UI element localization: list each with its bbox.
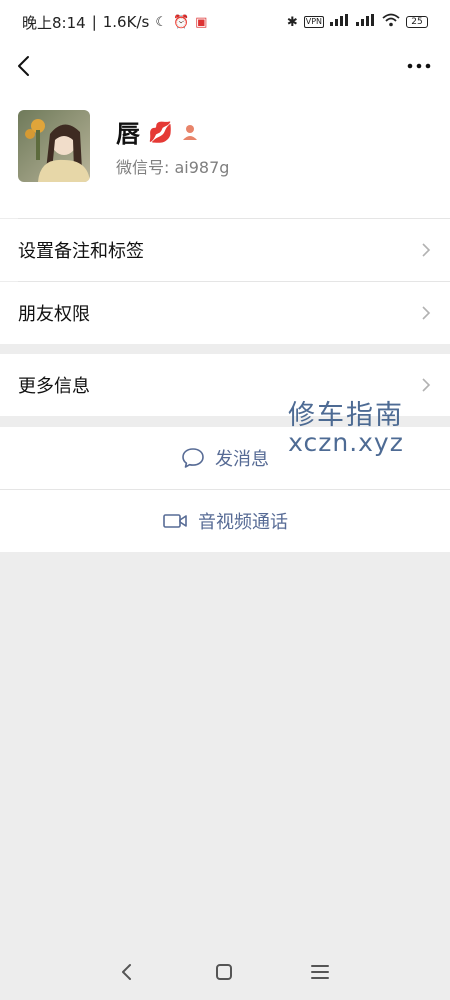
friend-permissions-cell[interactable]: 朋友权限 <box>0 282 450 344</box>
person-gender-icon <box>182 124 197 140</box>
avatar[interactable] <box>18 110 90 182</box>
kiss-emoji-icon: 💋 <box>148 119 173 144</box>
system-nav-bar <box>0 945 450 1000</box>
status-separator: | <box>91 13 97 31</box>
contact-name: 唇 <box>116 120 140 148</box>
battery-icon: 25 <box>406 16 428 28</box>
wechat-id-value: ai987g <box>174 158 230 177</box>
moon-icon: ☾ <box>155 14 167 30</box>
video-call-button[interactable]: 音视频通话 <box>0 490 450 552</box>
chat-bubble-icon <box>182 448 204 468</box>
vpn-icon: VPN <box>303 16 324 28</box>
wechat-id: 微信号: ai987g <box>116 154 229 178</box>
more-info-label: 更多信息 <box>18 376 90 397</box>
video-call-label: 音视频通话 <box>198 512 288 533</box>
system-home-icon[interactable] <box>211 959 237 985</box>
profile-header: 唇 💋 微信号: ai987g <box>0 88 450 218</box>
watermark-cn: 修车指南 <box>288 400 404 431</box>
chevron-right-icon <box>422 378 431 392</box>
wechat-id-label: 微信号: <box>116 158 170 177</box>
watermark: 修车指南 xczn.xyz <box>288 400 404 458</box>
remark-tags-cell[interactable]: 设置备注和标签 <box>0 219 450 281</box>
status-time: 晚上8:14 <box>22 13 86 32</box>
app-notification-icon: ▣ <box>195 14 208 30</box>
nav-bar <box>0 44 450 88</box>
system-back-icon[interactable] <box>114 959 140 985</box>
send-message-label: 发消息 <box>215 449 269 470</box>
signal-icon-2 <box>356 14 376 30</box>
video-camera-icon <box>163 514 187 528</box>
back-icon[interactable] <box>12 53 38 79</box>
wifi-icon <box>382 13 400 31</box>
status-bar: 晚上8:14 | 1.6K/s ☾ ⏰ ▣ ✱ VPN 25 <box>0 0 450 44</box>
signal-icon-1 <box>330 14 350 30</box>
watermark-en: xczn.xyz <box>288 428 404 458</box>
chevron-right-icon <box>422 306 431 320</box>
more-icon[interactable] <box>406 53 432 79</box>
system-menu-icon[interactable] <box>307 959 333 985</box>
name-row: 唇 💋 <box>116 114 199 149</box>
status-right: ✱ VPN 25 <box>287 13 428 31</box>
chevron-right-icon <box>422 243 431 257</box>
alarm-icon: ⏰ <box>172 14 190 30</box>
network-speed: 1.6K/s <box>102 13 150 31</box>
bluetooth-icon: ✱ <box>286 14 298 30</box>
status-left: 晚上8:14 | 1.6K/s ☾ ⏰ ▣ <box>22 12 207 33</box>
friend-permissions-label: 朋友权限 <box>18 304 90 325</box>
remark-tags-label: 设置备注和标签 <box>18 241 144 262</box>
